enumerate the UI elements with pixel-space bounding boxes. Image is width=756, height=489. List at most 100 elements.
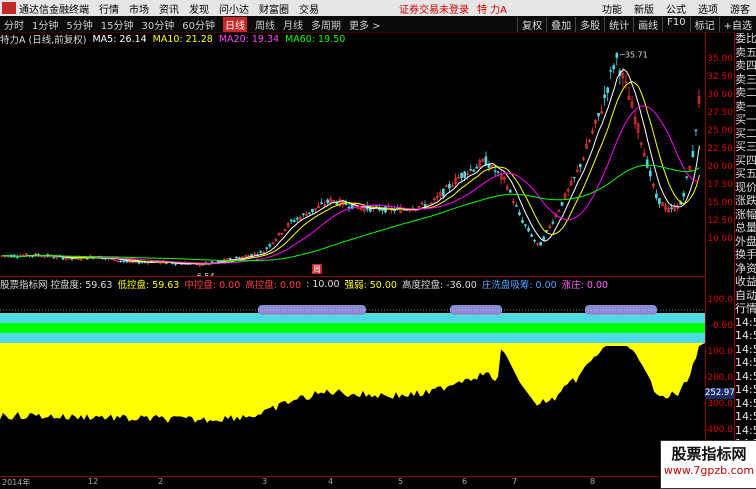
quote-panel-item[interactable]: 买三 — [735, 140, 756, 154]
overlay-button[interactable]: 叠加 — [546, 16, 575, 32]
menu-function[interactable]: 功能 — [602, 1, 622, 16]
stats-button[interactable]: 统计 — [604, 16, 633, 32]
period-monthly[interactable]: 月线 — [283, 17, 303, 32]
high-price-label: ─35.71 — [619, 50, 648, 59]
menu-ask[interactable]: 问小达 — [219, 1, 249, 16]
candlestick — [311, 208, 314, 214]
add-favorite-button[interactable]: +自选 — [718, 16, 756, 32]
quote-panel-item[interactable]: 自动 — [735, 289, 756, 303]
candlestick — [682, 190, 686, 201]
candlestick — [603, 86, 606, 106]
indicator-legend: 股票指标网 控盘度: 59.63 低控盘: 59.63 中控盘: 0.00 高控… — [0, 277, 705, 292]
candlestick-chart[interactable]: ─35.71─6.54周 — [0, 46, 705, 276]
candlestick — [451, 181, 454, 188]
quote-panel-item[interactable]: 14:5 — [735, 410, 756, 424]
candlestick — [435, 192, 439, 202]
date-tick: 4 — [328, 477, 334, 486]
quote-panel-item[interactable]: 卖一 — [735, 100, 756, 114]
quote-panel-item[interactable]: 总量 — [735, 221, 756, 235]
period-multi[interactable]: 多周期 — [311, 17, 341, 32]
candlestick — [512, 198, 515, 206]
quote-panel-item[interactable]: 卖五 — [735, 46, 756, 60]
low-ctrl-label: 低控盘: 59.63 — [117, 280, 180, 291]
quote-panel-item[interactable]: 涨幅 — [735, 208, 756, 222]
menu-guest[interactable]: 游客 — [730, 1, 750, 16]
quote-panel-item[interactable]: 14:5 — [735, 316, 756, 330]
candlestick — [627, 87, 631, 100]
quote-panel-item[interactable]: 换手 — [735, 248, 756, 262]
candlestick — [548, 224, 552, 230]
period-daily[interactable]: 日线 — [222, 16, 247, 32]
candlestick — [268, 242, 272, 249]
quote-panel-item[interactable]: 委比 — [735, 32, 756, 46]
menu-trade[interactable]: 交易 — [299, 1, 319, 16]
menu-formula[interactable]: 公式 — [666, 1, 686, 16]
candlestick — [560, 201, 564, 207]
quote-panel-item[interactable]: 14:5 — [735, 424, 756, 438]
candlestick — [174, 263, 177, 266]
quote-panel-item[interactable]: 收益 — [735, 275, 756, 289]
menu-newversion[interactable]: 新版 — [634, 1, 654, 16]
quote-panel-item[interactable]: 涨跌 — [735, 194, 756, 208]
period-60min[interactable]: 60分钟 — [182, 17, 215, 32]
login-alert[interactable]: 证券交易未登录 — [399, 1, 469, 16]
quote-panel-item[interactable]: 卖四 — [735, 59, 756, 73]
f10-button[interactable]: F10 — [662, 16, 689, 32]
high-degree-label: 高度控盘: -36.00 — [401, 280, 477, 291]
mark-button[interactable]: 标记 — [689, 16, 719, 32]
candlestick — [119, 259, 123, 263]
period-more[interactable]: 更多 > — [349, 17, 381, 32]
candlestick — [271, 242, 275, 245]
draw-button[interactable]: 画线 — [633, 16, 662, 32]
period-tick[interactable]: 分时 — [4, 17, 24, 32]
period-15min[interactable]: 15分钟 — [101, 17, 134, 32]
quote-panel: 委比 卖五 卖四 卖三 卖二 卖一 买一 买二 买三 买四 买五 现价 涨跌 涨幅 总量 外盘 换手 净资 收益 自动… — [734, 32, 756, 487]
candlestick — [122, 260, 126, 264]
quote-panel-item[interactable]: 净资 — [735, 262, 756, 276]
menu-options[interactable]: 选项 — [698, 1, 718, 16]
candlestick — [551, 219, 555, 226]
price-tick: 25.00 — [707, 126, 733, 137]
price-tick: 17.50 — [707, 180, 733, 191]
candlestick — [445, 184, 448, 187]
quote-panel-item[interactable]: 买一 — [735, 113, 756, 127]
indicator-chart[interactable] — [0, 291, 705, 476]
adjust-button[interactable]: 复权 — [517, 16, 546, 32]
period-5min[interactable]: 5分钟 — [66, 17, 92, 32]
quote-panel-item[interactable]: 买四 — [735, 154, 756, 168]
price-tick: 32.50 — [707, 72, 733, 83]
quote-panel-item[interactable]: 现价 — [735, 181, 756, 195]
menu-wealth[interactable]: 财富圈 — [259, 1, 289, 16]
candlestick — [527, 225, 530, 233]
period-1min[interactable]: 1分钟 — [32, 17, 58, 32]
high-ctrl-label: 高控盘: 0.00 — [245, 280, 302, 291]
quote-panel-item[interactable]: 行情 — [735, 302, 756, 316]
period-30min[interactable]: 30分钟 — [141, 17, 174, 32]
quote-panel-item[interactable]: 14:5 — [735, 356, 756, 370]
candlestick — [597, 112, 600, 121]
quote-panel-item[interactable]: 买五 — [735, 167, 756, 181]
candlestick — [572, 176, 576, 183]
quote-panel-item[interactable]: 14:5 — [735, 370, 756, 384]
quote-panel-item[interactable]: 卖三 — [735, 73, 756, 87]
candlestick — [347, 203, 351, 212]
candlestick — [664, 202, 667, 213]
menu-news[interactable]: 资讯 — [159, 1, 179, 16]
menu-quotes[interactable]: 行情 — [99, 1, 119, 16]
period-weekly[interactable]: 周线 — [255, 17, 275, 32]
candlestick — [673, 203, 676, 212]
quote-panel-item[interactable]: 14:5 — [735, 329, 756, 343]
candlestick — [661, 201, 664, 206]
quote-panel-item[interactable]: 14:5 — [735, 383, 756, 397]
candlestick — [588, 138, 591, 143]
mid-ctrl-label: 中控盘: 0.00 — [184, 280, 241, 291]
quote-panel-item[interactable]: 14:5 — [735, 397, 756, 411]
candlestick — [286, 221, 290, 229]
quote-panel-item[interactable]: 买二 — [735, 127, 756, 141]
menu-discover[interactable]: 发现 — [189, 1, 209, 16]
quote-panel-item[interactable]: 卖二 — [735, 86, 756, 100]
quote-panel-item[interactable]: 外盘 — [735, 235, 756, 249]
quote-panel-item[interactable]: 14:5 — [735, 343, 756, 357]
multi-stock-button[interactable]: 多股 — [575, 16, 604, 32]
menu-market[interactable]: 市场 — [129, 1, 149, 16]
